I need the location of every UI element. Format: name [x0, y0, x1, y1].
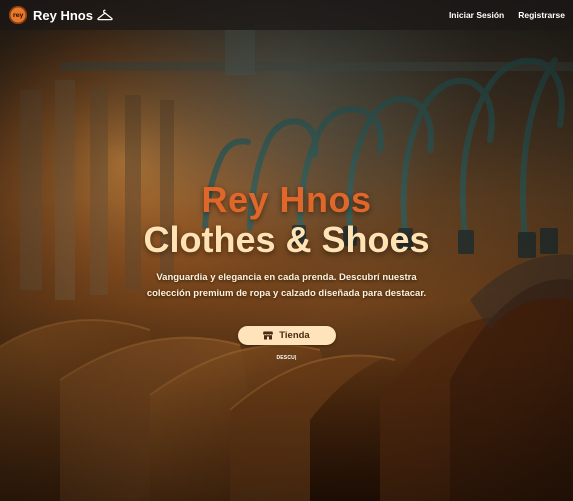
login-link[interactable]: Iniciar Sesión [447, 8, 506, 22]
hanger-icon [97, 9, 113, 21]
shop-button-label: Tienda [279, 329, 310, 341]
brand-name: Rey Hnos [33, 7, 93, 23]
register-link[interactable]: Registrarse [516, 8, 567, 22]
hero-title-tagline: Clothes & Shoes [143, 219, 430, 260]
brand-logo: rey [9, 6, 27, 24]
brand-logo-text: rey [12, 11, 24, 19]
hero-title-brand: Rey Hnos [201, 179, 372, 220]
navbar: rey Rey Hnos Iniciar Sesión Registrarse [0, 0, 573, 30]
shop-button[interactable]: Tienda [237, 325, 336, 345]
nav-links: Iniciar Sesión Registrarse [447, 8, 567, 22]
hero-description: Vanguardia y elegancia en cada prenda. D… [146, 272, 427, 299]
hero-section: Rey Hnos Clothes & Shoes Vanguardia y el… [0, 180, 573, 361]
discover-link[interactable]: DESCU| [276, 355, 296, 361]
brand-link[interactable]: rey Rey Hnos [9, 6, 113, 24]
store-icon [263, 331, 274, 339]
